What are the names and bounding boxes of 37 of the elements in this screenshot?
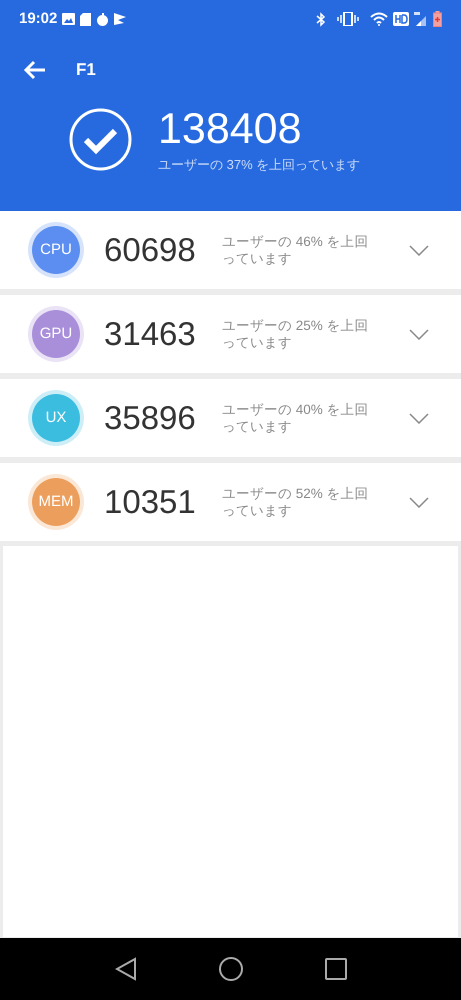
category-caption: ユーザーの 52% を上回っています	[222, 485, 370, 519]
score-row[interactable]: MEM 10351 ユーザーの 52% を上回っています	[0, 463, 461, 541]
flag-icon	[114, 13, 126, 25]
score-caption: ユーザーの 37% を上回っています	[158, 156, 360, 174]
chevron-down-icon[interactable]	[409, 412, 429, 424]
bluetooth-icon	[316, 12, 326, 26]
signal-icon	[414, 12, 428, 26]
score-row[interactable]: CPU 60698 ユーザーの 46% を上回っています	[0, 211, 461, 289]
recents-nav-icon[interactable]	[324, 958, 346, 980]
category-caption: ユーザーの 25% を上回っています	[222, 317, 370, 351]
wifi-icon	[370, 12, 388, 26]
category-caption: ユーザーの 40% を上回っています	[222, 401, 370, 435]
chevron-down-icon[interactable]	[409, 496, 429, 508]
chevron-down-icon[interactable]	[409, 328, 429, 340]
vibrate-icon	[337, 12, 359, 26]
score-row[interactable]: UX 35896 ユーザーの 40% を上回っています	[0, 379, 461, 457]
check-circle-icon	[69, 108, 132, 172]
category-caption: ユーザーの 46% を上回っています	[222, 233, 370, 267]
category-badge: UX	[32, 394, 80, 442]
page-title: F1	[76, 59, 96, 82]
hd-icon	[393, 12, 409, 26]
category-score: 60698	[104, 230, 197, 270]
category-score: 35896	[104, 398, 197, 438]
category-badge: GPU	[32, 310, 80, 358]
status-time: 19:02	[19, 8, 58, 29]
back-nav-icon[interactable]	[114, 957, 136, 981]
category-score: 10351	[104, 482, 197, 522]
category-badge: MEM	[32, 478, 80, 526]
home-nav-icon[interactable]	[218, 957, 242, 981]
sd-card-icon	[80, 12, 92, 26]
battery-icon	[433, 11, 442, 27]
score-row[interactable]: GPU 31463 ユーザーの 25% を上回っています	[0, 295, 461, 373]
total-score: 138408	[158, 105, 302, 153]
image-icon	[62, 13, 76, 25]
category-badge: CPU	[32, 226, 80, 274]
category-score: 31463	[104, 314, 197, 354]
chevron-down-icon[interactable]	[409, 244, 429, 256]
